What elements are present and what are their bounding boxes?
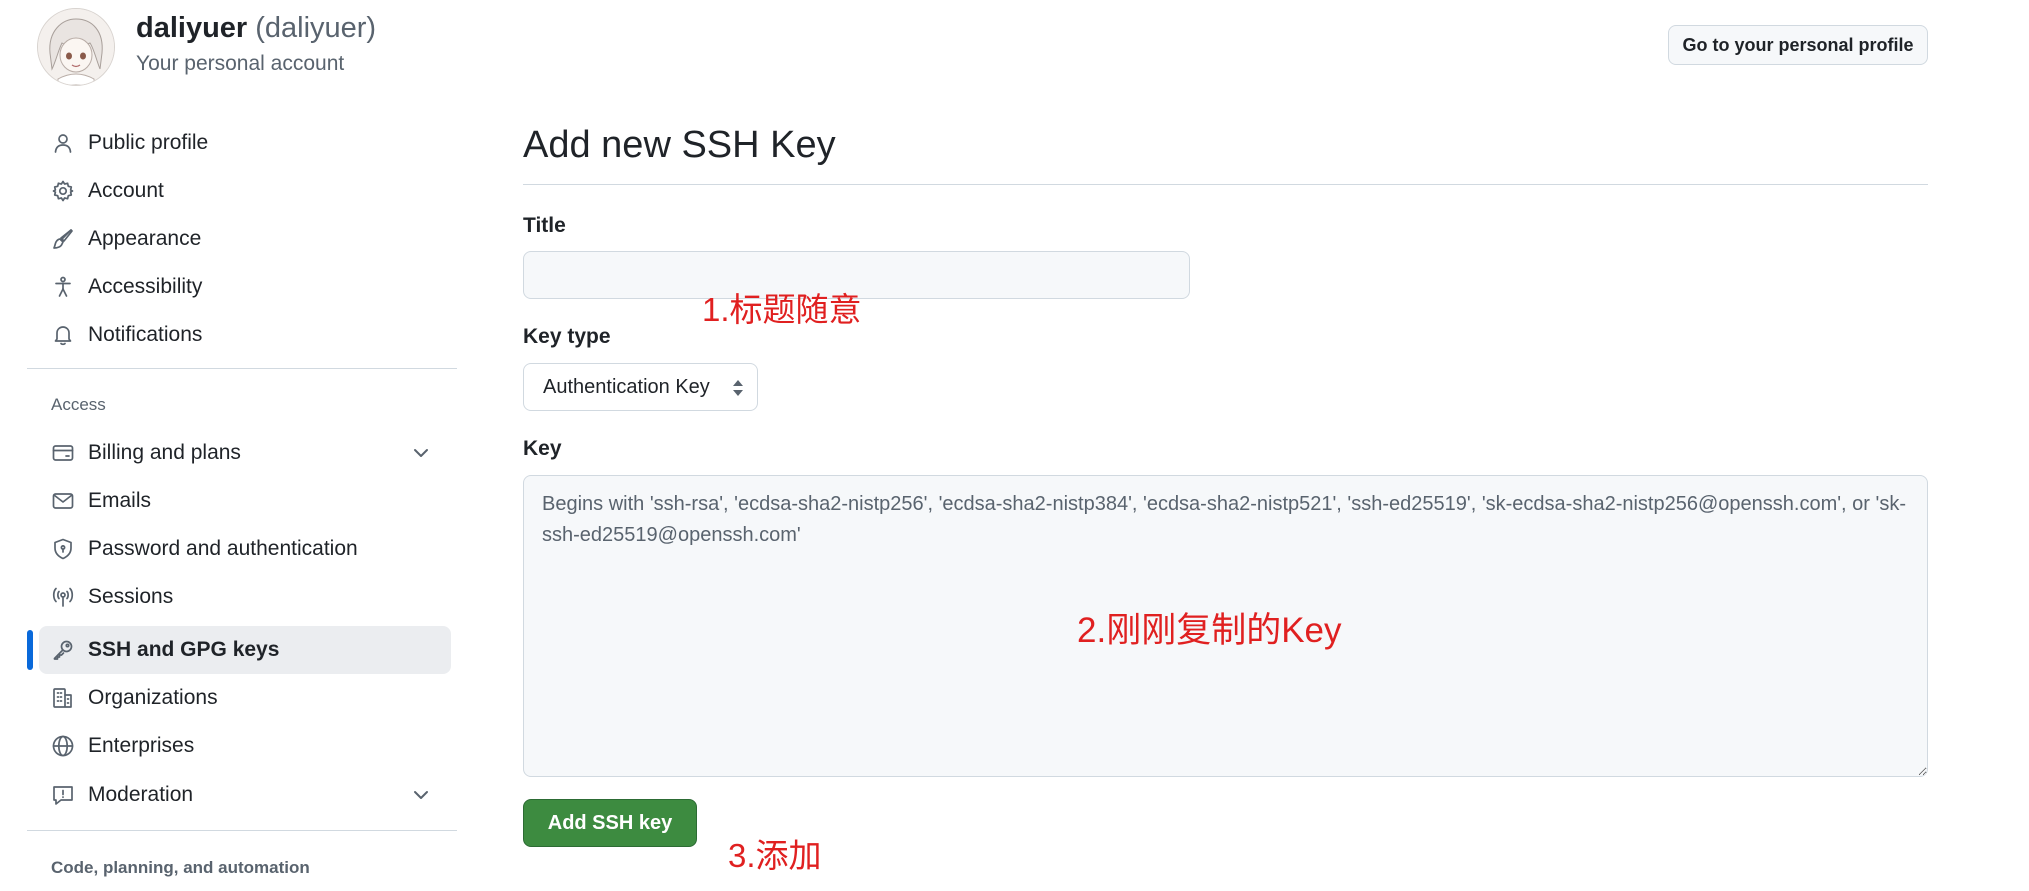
gear-icon	[51, 179, 75, 203]
organization-icon	[51, 686, 75, 710]
sidebar-item-sessions[interactable]: Sessions	[39, 573, 451, 621]
avatar[interactable]	[37, 8, 115, 86]
sidebar-item-accessibility[interactable]: Accessibility	[39, 263, 451, 311]
sidebar-item-label: Account	[88, 179, 164, 202]
sidebar-divider	[27, 830, 457, 831]
sidebar-item-password-authentication[interactable]: Password and authentication	[39, 525, 451, 573]
sidebar-item-label: Public profile	[88, 131, 209, 154]
key-icon	[51, 638, 75, 662]
select-caret-icon	[731, 377, 745, 399]
sidebar-item-billing[interactable]: Billing and plans	[39, 429, 451, 477]
sidebar-item-moderation[interactable]: Moderation	[39, 771, 451, 819]
account-name: daliyuer (daliyuer)	[136, 12, 376, 45]
mail-icon	[51, 489, 75, 513]
chevron-down-icon[interactable]	[409, 783, 433, 807]
sidebar-item-emails[interactable]: Emails	[39, 477, 451, 525]
sidebar-item-label: Accessibility	[88, 275, 203, 298]
title-label: Title	[523, 214, 566, 237]
chevron-down-icon[interactable]	[409, 441, 433, 465]
sidebar-item-enterprises[interactable]: Enterprises	[39, 722, 451, 770]
page-title: Add new SSH Key	[523, 124, 836, 166]
sidebar-item-label: Appearance	[88, 227, 202, 250]
go-to-profile-button[interactable]: Go to your personal profile	[1668, 25, 1928, 65]
accessibility-icon	[51, 275, 75, 299]
report-icon	[51, 783, 75, 807]
sidebar-item-appearance[interactable]: Appearance	[39, 215, 451, 263]
add-ssh-key-button[interactable]: Add SSH key	[523, 799, 697, 847]
sidebar-item-label: Organizations	[88, 686, 218, 709]
title-divider	[523, 184, 1928, 185]
active-indicator	[27, 630, 33, 670]
sidebar-item-notifications[interactable]: Notifications	[39, 311, 451, 359]
paintbrush-icon	[51, 227, 75, 251]
sidebar-item-label: Password and authentication	[88, 537, 358, 560]
sidebar-item-label: SSH and GPG keys	[88, 638, 280, 661]
key-type-select[interactable]: Authentication Key	[523, 363, 758, 411]
sidebar-item-label: Sessions	[88, 585, 174, 608]
sidebar-section-code-planning: Code, planning, and automation	[51, 858, 310, 877]
shield-icon	[51, 537, 75, 561]
key-type-selected-value: Authentication Key	[543, 375, 710, 398]
sidebar-item-label: Enterprises	[88, 734, 195, 757]
sidebar-divider	[27, 368, 457, 369]
sidebar-item-ssh-gpg-keys[interactable]: SSH and GPG keys	[39, 626, 451, 674]
user-login: (daliyuer)	[255, 12, 377, 44]
sidebar-item-account[interactable]: Account	[39, 167, 451, 215]
sidebar-section-access: Access	[51, 395, 106, 414]
broadcast-icon	[51, 585, 75, 609]
username: daliyuer	[136, 12, 248, 44]
credit-card-icon	[51, 441, 75, 465]
sidebar-item-label: Emails	[88, 489, 152, 512]
sidebar-item-organizations[interactable]: Organizations	[39, 674, 451, 722]
account-subtitle: Your personal account	[136, 52, 345, 75]
bell-icon	[51, 323, 75, 347]
key-label: Key	[523, 437, 562, 460]
key-type-label: Key type	[523, 325, 611, 348]
sidebar-item-public-profile[interactable]: Public profile	[39, 119, 451, 167]
sidebar-item-label: Billing and plans	[88, 441, 241, 464]
globe-icon	[51, 734, 75, 758]
annotation-add-hint: 3.添加	[728, 837, 822, 874]
sidebar-item-label: Notifications	[88, 323, 203, 346]
person-icon	[51, 131, 75, 155]
sidebar-item-label: Moderation	[88, 783, 194, 806]
annotation-title-hint: 1.标题随意	[702, 291, 862, 328]
annotation-key-hint: 2.刚刚复制的Key	[1077, 611, 1342, 650]
